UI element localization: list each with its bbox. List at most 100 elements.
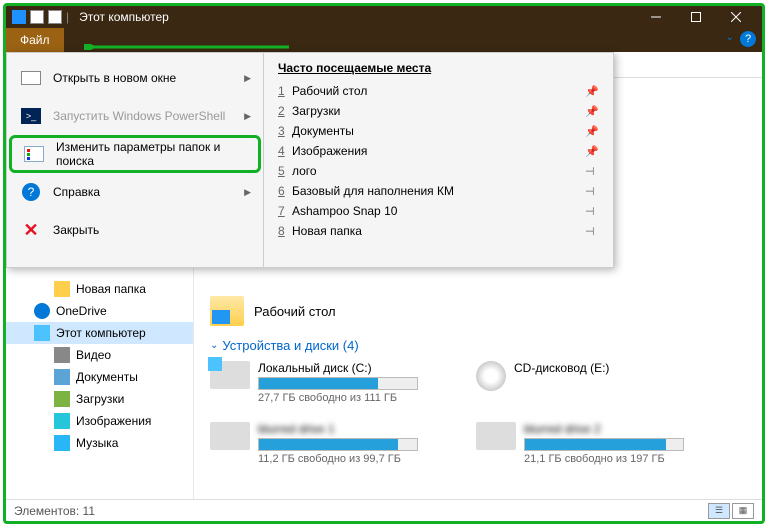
recent-place[interactable]: 8Новая папка⊣	[278, 221, 599, 241]
nav-label: Видео	[76, 348, 111, 362]
place-label: Загрузки	[292, 104, 585, 118]
place-label: Ashampoo Snap 10	[292, 204, 585, 218]
recent-place[interactable]: 2Загрузки📌	[278, 101, 599, 121]
place-number: 2	[278, 104, 292, 118]
chevron-right-icon: ▶	[244, 187, 251, 198]
place-number: 8	[278, 224, 292, 238]
close-icon: ✕	[19, 218, 43, 242]
minimize-button[interactable]	[636, 6, 676, 28]
nav-item-this-pc[interactable]: Этот компьютер	[6, 322, 193, 344]
menu-label: Справка	[53, 185, 100, 199]
pin-icon[interactable]: 📌	[585, 105, 599, 118]
close-button[interactable]	[716, 6, 756, 28]
menu-label: Открыть в новом окне	[53, 71, 176, 85]
pin-icon[interactable]: 📌	[585, 125, 599, 138]
status-items: Элементов: 11	[14, 504, 95, 518]
folder-icon	[54, 281, 70, 297]
nav-item-downloads[interactable]: Загрузки	[6, 388, 193, 410]
recent-place[interactable]: 7Ashampoo Snap 10⊣	[278, 201, 599, 221]
place-label: Документы	[292, 124, 585, 138]
nav-label: Документы	[76, 370, 138, 384]
ribbon-collapse-icon[interactable]: ⌄	[726, 32, 734, 43]
menu-powershell: >_ Запустить Windows PowerShell ▶	[9, 97, 261, 135]
nav-label: Этот компьютер	[56, 326, 146, 340]
menu-open-new-window[interactable]: Открыть в новом окне ▶	[9, 59, 261, 97]
window-title: Этот компьютер	[79, 10, 169, 24]
drive-usage-bar	[258, 438, 418, 451]
file-tab[interactable]: Файл	[6, 28, 64, 52]
pin-icon[interactable]: 📌	[585, 85, 599, 98]
chevron-down-icon: ⌄	[210, 340, 218, 351]
nav-label: Изображения	[76, 414, 151, 428]
drive-item[interactable]: Локальный диск (C:) 27,7 ГБ свободно из 1…	[210, 361, 458, 404]
options-icon	[22, 142, 46, 166]
music-icon	[54, 435, 70, 451]
docs-icon	[54, 369, 70, 385]
recent-place[interactable]: 6Базовый для наполнения КМ⊣	[278, 181, 599, 201]
nav-label: OneDrive	[56, 304, 107, 318]
drive-icon	[476, 422, 516, 450]
desktop-folder[interactable]: Рабочий стол	[210, 296, 746, 326]
new-window-icon	[19, 66, 43, 90]
place-label: Рабочий стол	[292, 84, 585, 98]
nav-item-onedrive[interactable]: OneDrive	[6, 300, 193, 322]
nav-item-folder[interactable]: Новая папка	[6, 278, 193, 300]
pin-icon[interactable]: ⊣	[585, 165, 599, 178]
menu-label: Закрыть	[53, 223, 99, 237]
place-number: 4	[278, 144, 292, 158]
qat-btn-2[interactable]	[48, 10, 62, 24]
recent-place[interactable]: 4Изображения📌	[278, 141, 599, 161]
chevron-right-icon: ▶	[244, 111, 251, 122]
place-number: 5	[278, 164, 292, 178]
place-label: Новая папка	[292, 224, 585, 238]
nav-item-video[interactable]: Видео	[6, 344, 193, 366]
place-label: Изображения	[292, 144, 585, 158]
view-icons-button[interactable]: ▦	[732, 503, 754, 519]
help-icon: ?	[19, 180, 43, 204]
drive-item[interactable]: blurred drive 2 21,1 ГБ свободно из 197 Г…	[476, 422, 724, 465]
qat-divider: |	[66, 10, 69, 24]
place-number: 1	[278, 84, 292, 98]
help-icon[interactable]: ?	[740, 31, 756, 47]
pin-icon[interactable]: ⊣	[585, 205, 599, 218]
place-label: лого	[292, 164, 585, 178]
drive-item[interactable]: CD-дисковод (E:)	[476, 361, 724, 404]
nav-item-music[interactable]: Музыка	[6, 432, 193, 454]
nav-label: Загрузки	[76, 392, 124, 406]
drive-item[interactable]: blurred drive 111,2 ГБ свободно из 99,7 …	[210, 422, 458, 465]
drive-free-text: 21,1 ГБ свободно из 197 ГБ	[524, 453, 724, 465]
menu-label: Изменить параметры папок и поиска	[56, 140, 248, 168]
recent-places-title: Часто посещаемые места	[278, 61, 599, 75]
pin-icon[interactable]: ⊣	[585, 225, 599, 238]
maximize-button[interactable]	[676, 6, 716, 28]
pin-icon[interactable]: ⊣	[585, 185, 599, 198]
qat-btn-1[interactable]	[30, 10, 44, 24]
drive-name: blurred drive 2	[524, 422, 724, 436]
downloads-icon	[54, 391, 70, 407]
nav-item-documents[interactable]: Документы	[6, 366, 193, 388]
menu-folder-options[interactable]: Изменить параметры папок и поиска	[9, 135, 261, 173]
view-details-button[interactable]: ☰	[708, 503, 730, 519]
recent-place[interactable]: 1Рабочий стол📌	[278, 81, 599, 101]
menu-help[interactable]: ? Справка ▶	[9, 173, 261, 211]
drive-usage-bar	[258, 377, 418, 390]
folder-label: Рабочий стол	[254, 304, 336, 319]
menu-label: Запустить Windows PowerShell	[53, 109, 225, 123]
devices-header-label: Устройства и диски (4)	[222, 338, 358, 353]
drive-name: Локальный диск (C:)	[258, 361, 458, 375]
devices-header[interactable]: ⌄ Устройства и диски (4)	[210, 338, 746, 353]
video-icon	[54, 347, 70, 363]
place-number: 3	[278, 124, 292, 138]
recent-place[interactable]: 5лого⊣	[278, 161, 599, 181]
menu-close[interactable]: ✕ Закрыть	[9, 211, 261, 249]
pin-icon[interactable]: 📌	[585, 145, 599, 158]
pictures-icon	[54, 413, 70, 429]
drive-icon	[476, 361, 506, 391]
recent-place[interactable]: 3Документы📌	[278, 121, 599, 141]
nav-item-pictures[interactable]: Изображения	[6, 410, 193, 432]
titlebar: | Этот компьютер	[6, 6, 762, 28]
drive-free-text: 27,7 ГБ свободно из 111 ГБ	[258, 392, 458, 404]
drive-name: blurred drive 1	[258, 422, 458, 436]
drive-icon	[210, 361, 250, 389]
pc-icon	[34, 325, 50, 341]
